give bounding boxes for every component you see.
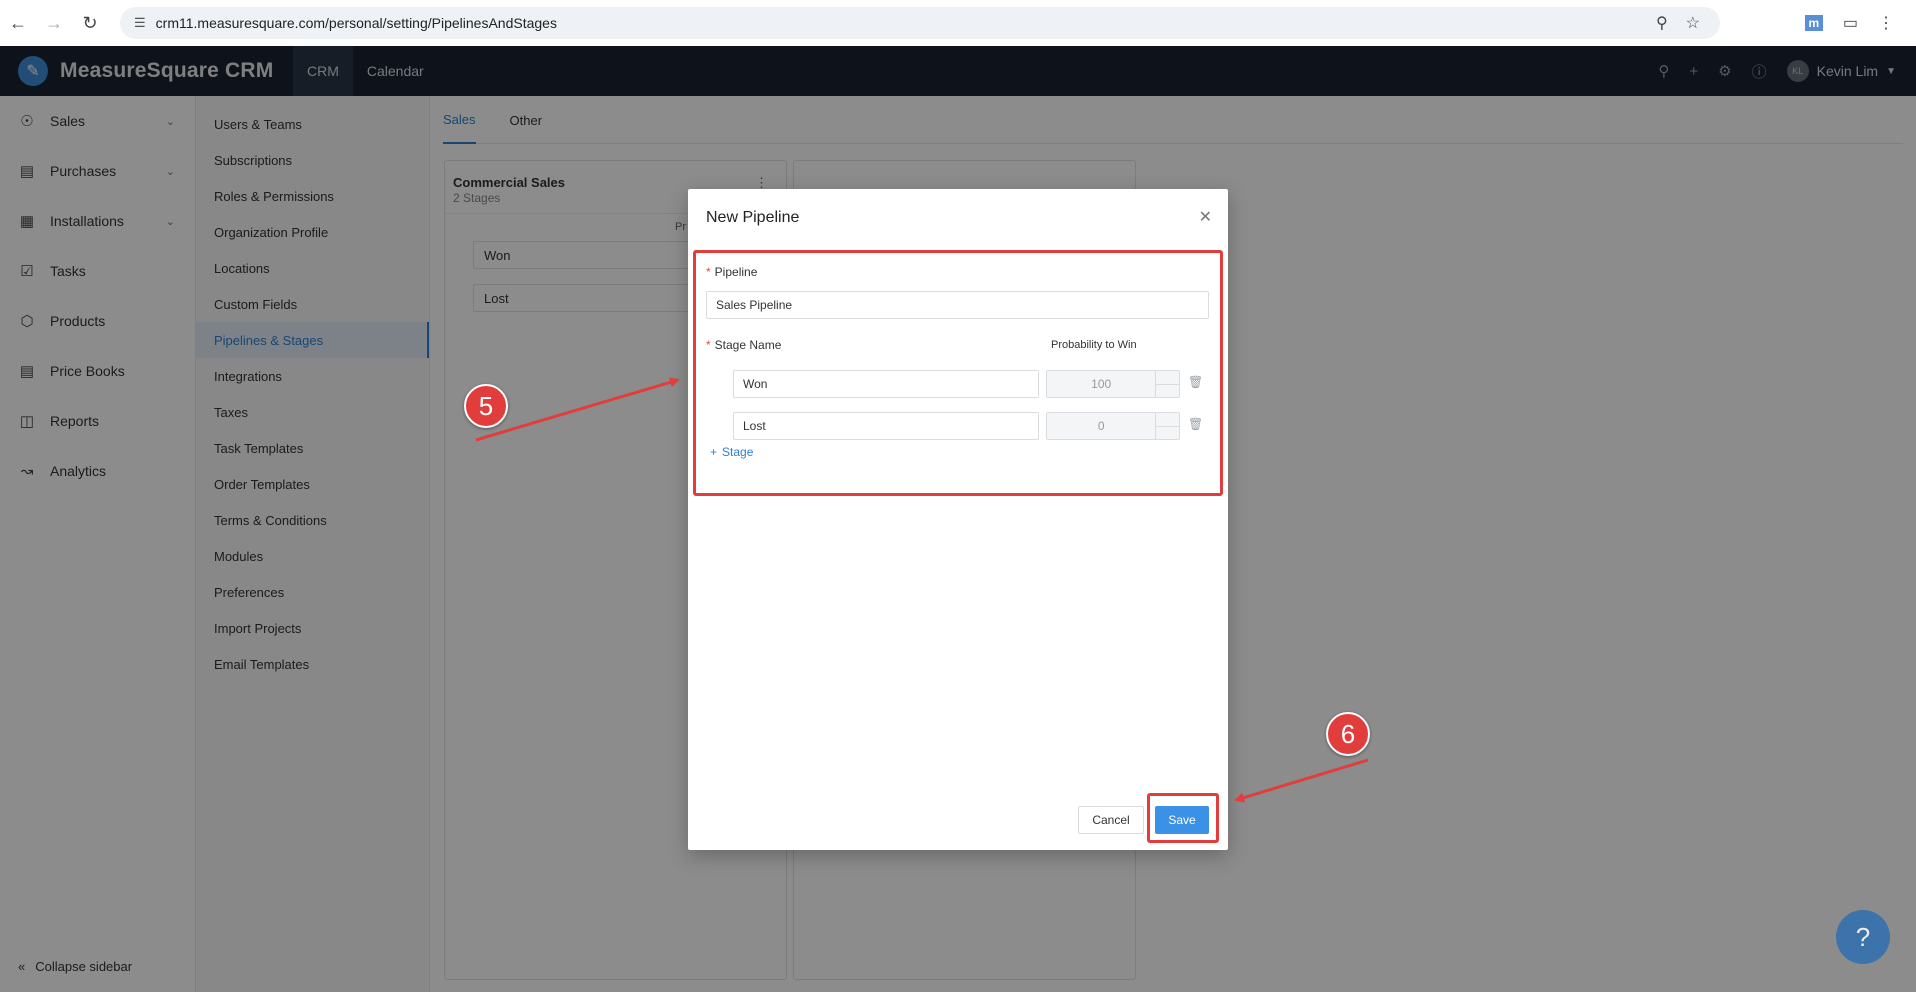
- step-marker-6: 6: [1326, 712, 1370, 756]
- arrow-to-save: [1234, 758, 1369, 803]
- step-marker-5: 5: [464, 384, 508, 428]
- annotation-arrows: [475, 377, 1369, 803]
- help-chat-button[interactable]: ?: [1836, 910, 1890, 964]
